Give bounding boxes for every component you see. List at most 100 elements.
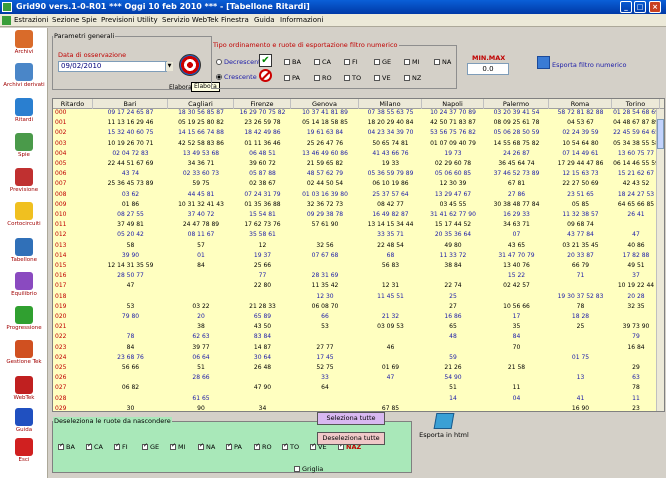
hide-check-ro[interactable]: RO bbox=[254, 442, 272, 451]
menu-previsioni[interactable]: Previsioni bbox=[101, 14, 134, 27]
seleziona-tutte-button[interactable]: Seleziona tutte bbox=[317, 412, 385, 425]
table-row[interactable]: 025 56 66 51 26 48 52 75 01 69 21 26 21 58 29 bbox=[53, 364, 658, 372]
date-input[interactable]: 09/02/2010 ▼ bbox=[58, 61, 173, 72]
ordine-check-ba[interactable]: BA bbox=[284, 58, 301, 66]
column-header[interactable]: Palermo bbox=[484, 99, 549, 109]
ordine-check-ge[interactable]: GE bbox=[374, 58, 391, 66]
ordine-check-pa[interactable]: PA bbox=[284, 74, 300, 82]
sidebar-item-spie[interactable]: Spie bbox=[0, 133, 48, 158]
menu-utility[interactable]: Utility bbox=[137, 14, 158, 27]
ordine-check-ve[interactable]: VE bbox=[374, 74, 391, 82]
column-header[interactable]: Cagliari bbox=[168, 99, 234, 109]
table-row[interactable]: 015 12 14 31 35 59 84 25 66 56 83 38 84 13 40 … bbox=[53, 262, 658, 270]
hide-check-na[interactable]: NA bbox=[198, 442, 215, 451]
hide-check-to[interactable]: TO bbox=[282, 442, 299, 451]
table-row[interactable]: 001 11 13 16 29 46 05 19 25 80 82 23 26 59 … bbox=[53, 119, 659, 127]
table-row[interactable]: 029 30 90 34 67 85 16 90 23 bbox=[53, 405, 658, 411]
sidebar-item-equilibrio[interactable]: Equilibrio bbox=[0, 272, 48, 297]
table-row[interactable]: 005 22 44 51 67 69 34 36 71 39 60 72 21 59 6… bbox=[53, 160, 659, 168]
table-row[interactable]: 019 53 03 22 21 28 33 06 08 70 27 10 56 66 78 32… bbox=[53, 303, 658, 311]
table-row[interactable]: 010 08 27 55 37 40 72 15 54 81 09 29 38 78 16… bbox=[53, 211, 658, 219]
table-row[interactable]: 028 61 65 14 04 41 11 bbox=[53, 395, 658, 403]
date-dropdown-button[interactable]: ▼ bbox=[165, 62, 173, 71]
hide-check-ca[interactable]: CA bbox=[86, 442, 103, 451]
sidebar-item-progressione[interactable]: Progressione bbox=[0, 306, 48, 331]
table-row[interactable]: 009 01 86 10 31 32 41 43 01 35 36 88 32 36 7… bbox=[53, 201, 658, 209]
griglia-checkbox[interactable]: Griglia bbox=[294, 465, 323, 473]
column-header[interactable]: Bari bbox=[93, 99, 168, 109]
minmax-input[interactable]: 0.0 bbox=[467, 63, 509, 75]
close-button[interactable]: × bbox=[649, 1, 661, 13]
ordine-check-mi[interactable]: MI bbox=[404, 58, 420, 66]
table-row[interactable]: 024 23 68 76 06 64 30 64 17 45 59 01 75 bbox=[53, 354, 658, 362]
sidebar-item-webtek[interactable]: WebTek bbox=[0, 376, 48, 401]
column-header[interactable]: Milano bbox=[359, 99, 422, 109]
table-row[interactable]: 002 15 32 40 60 75 14 15 66 74 88 18 42 49 … bbox=[53, 129, 659, 137]
select-all-check-icon[interactable]: ✔ bbox=[259, 54, 272, 67]
column-header[interactable]: Genova bbox=[291, 99, 359, 109]
menu-informazioni[interactable]: Informazioni bbox=[280, 14, 323, 27]
sidebar-item-guida[interactable]: Guida bbox=[0, 408, 48, 433]
table-row[interactable]: 012 05 20 42 08 11 67 35 58 61 33 35 71 20 35… bbox=[53, 231, 658, 239]
table-row[interactable]: 021 38 43 50 53 03 09 53 65 35 25 39 73 90 bbox=[53, 323, 658, 331]
deseleziona-tutte-button[interactable]: Deseleziona tutte bbox=[317, 432, 385, 445]
table-cell: 52 75 bbox=[316, 364, 334, 371]
table-row[interactable]: 004 02 04 72 83 13 49 53 68 06 48 51 13 46 4… bbox=[53, 150, 658, 158]
table-row[interactable]: 020 79 80 20 65 89 66 21 32 16 86 17 18 28 bbox=[53, 313, 658, 321]
radio-crescente[interactable]: Crescente bbox=[216, 73, 257, 81]
table-row[interactable]: 011 37 49 81 24 47 78 89 17 62 73 76 57 61 9… bbox=[53, 221, 658, 229]
ordine-check-ca[interactable]: CA bbox=[314, 58, 331, 66]
ordine-check-fi[interactable]: FI bbox=[344, 58, 358, 66]
minimize-button[interactable]: _ bbox=[620, 1, 632, 13]
table-row[interactable]: 026 28 66 33 47 54 90 13 63 bbox=[53, 374, 658, 382]
maximize-button[interactable]: □ bbox=[634, 1, 646, 13]
sidebar-item-previsione[interactable]: Previsione bbox=[0, 168, 48, 193]
menu-estrazioni[interactable]: Estrazioni bbox=[14, 14, 48, 27]
menu-servizio-webtek[interactable]: Servizio WebTek bbox=[162, 14, 219, 27]
column-header[interactable]: Firenze bbox=[234, 99, 291, 109]
sidebar-item-gestione-tek[interactable]: Gestione Tek bbox=[0, 340, 48, 365]
ordine-check-na[interactable]: NA bbox=[434, 58, 451, 66]
scroll-thumb[interactable] bbox=[657, 119, 664, 149]
document-menu-icon[interactable] bbox=[2, 16, 11, 25]
sidebar-item-archivi[interactable]: Archivi bbox=[0, 30, 48, 55]
table-row[interactable]: 022 78 62 63 83 84 48 84 79 bbox=[53, 333, 658, 341]
sidebar-item-archivi-derivati[interactable]: Archivi derivati bbox=[0, 63, 48, 88]
ordine-check-to[interactable]: TO bbox=[344, 74, 361, 82]
column-header[interactable]: Ritardo bbox=[53, 99, 93, 109]
menu-finestra[interactable]: Finestra bbox=[221, 14, 249, 27]
sidebar-item-tabellone[interactable]: Tabellone bbox=[0, 238, 48, 263]
ordine-check-ro[interactable]: RO bbox=[314, 74, 332, 82]
table-row[interactable]: 016 28 50 77 77 28 31 69 15 22 71 37 bbox=[53, 272, 658, 280]
table-row[interactable]: 013 58 57 12 32 56 22 48 54 49 80 43 65 03 21 35… bbox=[53, 242, 658, 250]
esporta-html-button[interactable]: Esporta in html bbox=[413, 413, 475, 451]
menu-sezione-spie[interactable]: Sezione Spie bbox=[52, 14, 97, 27]
sidebar-item-esci[interactable]: Esci bbox=[0, 438, 48, 463]
table-row[interactable]: 017 47 22 80 11 35 42 12 31 22 74 02 42 57 10 1… bbox=[53, 282, 658, 290]
elabora-button[interactable]: Elabora Elabora bbox=[169, 54, 220, 92]
table-row[interactable]: 014 39 90 01 19 37 07 67 68 68 11 33 72 31 47 7… bbox=[53, 252, 658, 260]
table-row[interactable]: 007 25 36 45 73 89 59 75 02 38 67 02 44 50 5… bbox=[53, 180, 658, 188]
table-row[interactable]: 008 03 62 44 45 81 07 24 31 79 01 03 16 39 8… bbox=[53, 191, 658, 199]
radio-decrescente[interactable]: Decrescente bbox=[216, 58, 265, 66]
column-header[interactable]: Napoli bbox=[422, 99, 484, 109]
vertical-scrollbar[interactable] bbox=[656, 109, 664, 411]
column-header[interactable]: Roma bbox=[549, 99, 612, 109]
table-row[interactable]: 000 09 17 24 65 87 18 30 56 85 87 16 29 70 … bbox=[53, 109, 659, 117]
hide-check-pa[interactable]: PA bbox=[226, 442, 242, 451]
table-row[interactable]: 003 10 19 26 70 71 42 52 58 83 86 01 11 36 … bbox=[53, 140, 659, 148]
sidebar-item-ritardi[interactable]: Ritardi bbox=[0, 98, 48, 123]
hide-check-fi[interactable]: FI bbox=[114, 442, 128, 451]
table-row[interactable]: 006 43 74 02 33 60 73 05 87 88 48 57 62 79 05… bbox=[53, 170, 658, 178]
table-row[interactable]: 023 84 39 77 14 87 27 77 46 70 16 84 bbox=[53, 344, 658, 352]
column-header[interactable]: Torino bbox=[612, 99, 660, 109]
hide-check-ba[interactable]: BA bbox=[58, 442, 75, 451]
hide-check-mi[interactable]: MI bbox=[170, 442, 186, 451]
table-row[interactable]: 027 06 82 47 90 64 51 11 78 bbox=[53, 384, 658, 392]
ordine-check-nz[interactable]: NZ bbox=[404, 74, 421, 82]
menu-guida[interactable]: Guida bbox=[254, 14, 275, 27]
sidebar-item-cortocircuiti[interactable]: Cortocircuiti bbox=[0, 202, 48, 227]
deselect-all-icon[interactable] bbox=[259, 69, 272, 82]
hide-check-ge[interactable]: GE bbox=[142, 442, 159, 451]
table-row[interactable]: 018 12 30 11 45 51 25 19 30 37 52 83 20 28 bbox=[53, 293, 658, 301]
